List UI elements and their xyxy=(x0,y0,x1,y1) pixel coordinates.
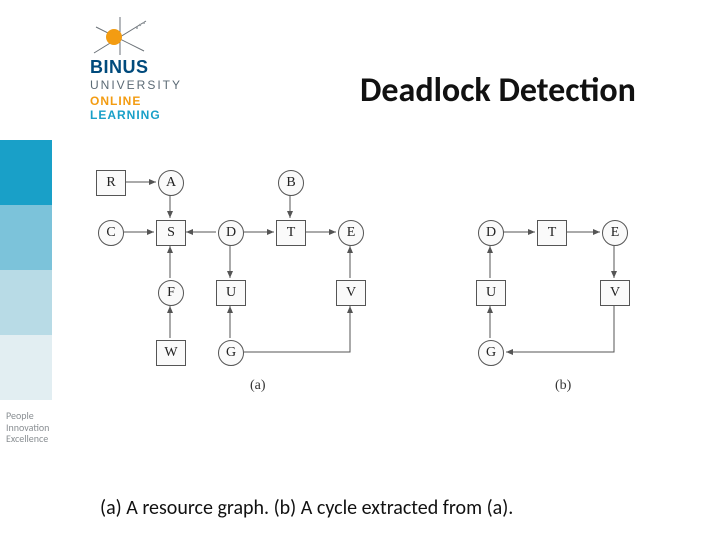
tagline: People Innovation Excellence xyxy=(6,410,49,445)
binus-logo: BINUS UNIVERSITY ONLINE LEARNING xyxy=(90,15,260,122)
logo-brand: BINUS xyxy=(90,57,260,78)
node-E: E xyxy=(338,220,364,246)
tagline-3: Excellence xyxy=(6,433,49,445)
node-A: A xyxy=(158,170,184,196)
node-S: S xyxy=(156,220,186,246)
diagram-b-label: (b) xyxy=(555,379,571,393)
node-b-T: T xyxy=(537,220,567,246)
node-b-E: E xyxy=(602,220,628,246)
diagram-b: D T E U V G (b) xyxy=(460,207,670,397)
node-b-V: V xyxy=(600,280,630,306)
node-F: F xyxy=(158,280,184,306)
logo-online: ONLINE xyxy=(90,94,260,108)
page-title: Deadlock Detection xyxy=(360,70,636,111)
diagram-a-edges xyxy=(80,167,440,397)
slide: BINUS UNIVERSITY ONLINE LEARNING Deadloc… xyxy=(0,0,720,540)
node-b-U: U xyxy=(476,280,506,306)
logo-mark-icon xyxy=(90,15,150,57)
node-U: U xyxy=(216,280,246,306)
diagram-a: R A B C S D T E F U V W G (a) xyxy=(80,167,440,397)
decorative-band xyxy=(0,140,52,400)
node-G: G xyxy=(218,340,244,366)
tagline-1: People xyxy=(6,410,49,422)
diagrams: R A B C S D T E F U V W G (a) xyxy=(80,167,680,417)
node-b-D: D xyxy=(478,220,504,246)
diagram-a-label: (a) xyxy=(250,379,266,393)
node-C: C xyxy=(98,220,124,246)
node-W: W xyxy=(156,340,186,366)
node-T: T xyxy=(276,220,306,246)
node-R: R xyxy=(96,170,126,196)
node-V: V xyxy=(336,280,366,306)
node-B: B xyxy=(278,170,304,196)
node-b-G: G xyxy=(478,340,504,366)
logo-learning: LEARNING xyxy=(90,108,260,122)
caption: (a) A resource graph. (b) A cycle extrac… xyxy=(100,496,620,520)
node-D: D xyxy=(218,220,244,246)
logo-sub: UNIVERSITY xyxy=(90,78,260,92)
